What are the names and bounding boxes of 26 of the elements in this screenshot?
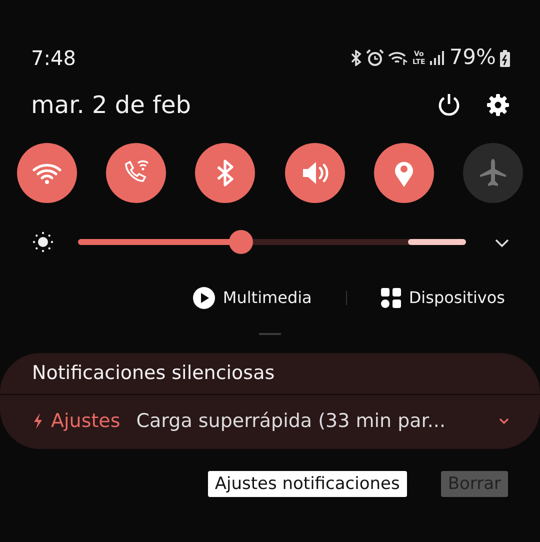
chevron-down-icon bbox=[494, 238, 510, 248]
battery-percent: 79% bbox=[449, 44, 496, 72]
notification-settings-button[interactable]: Ajustes notificaciones bbox=[208, 471, 407, 497]
drag-handle[interactable] bbox=[259, 333, 281, 335]
media-button[interactable]: Multimedia bbox=[192, 286, 312, 310]
bluetooth-icon bbox=[350, 50, 362, 66]
play-icon bbox=[192, 287, 215, 309]
alarm-icon bbox=[366, 49, 384, 67]
notification-app: Ajustes bbox=[51, 408, 120, 434]
notification-header: Notificaciones silenciosas bbox=[0, 353, 540, 394]
power-button[interactable] bbox=[436, 92, 462, 118]
chevron-down-icon bbox=[498, 417, 510, 426]
clock-time: 7:48 bbox=[31, 45, 76, 72]
settings-button[interactable] bbox=[486, 92, 510, 118]
brightness-slider[interactable] bbox=[78, 230, 466, 254]
signal-icon bbox=[429, 50, 446, 66]
battery-charging-icon bbox=[500, 50, 510, 66]
power-icon bbox=[436, 92, 462, 118]
brightness-icon bbox=[32, 231, 54, 253]
settings-icon bbox=[486, 93, 510, 118]
date-text: mar. 2 de feb bbox=[31, 90, 191, 121]
devices-button[interactable]: Dispositivos bbox=[380, 286, 505, 310]
lightning-icon bbox=[33, 412, 43, 429]
devices-icon bbox=[380, 288, 401, 308]
wifi-icon bbox=[388, 50, 408, 66]
notification-text: Carga superrápida (33 min par... bbox=[136, 408, 446, 434]
